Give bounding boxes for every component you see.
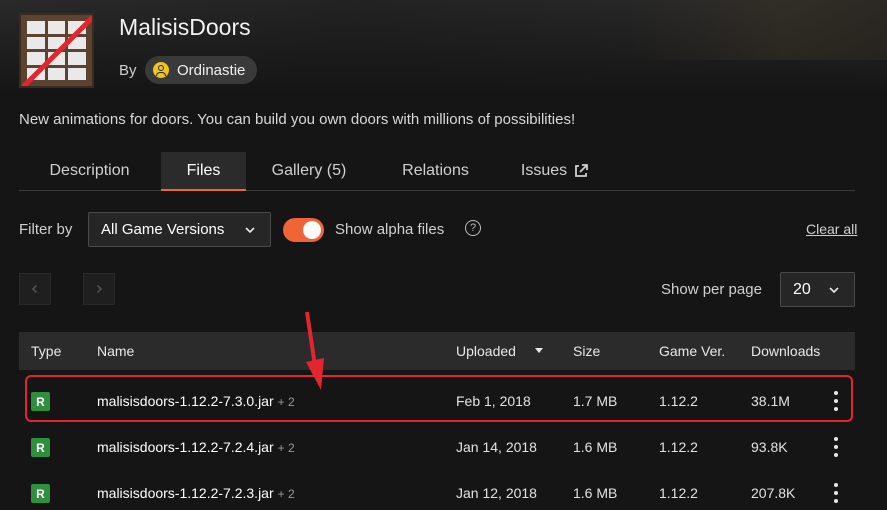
uploaded-date: Jan 12, 2018 bbox=[456, 485, 537, 501]
header-downloads[interactable]: Downloads bbox=[751, 343, 820, 359]
additional-files-count: + 2 bbox=[277, 441, 295, 455]
user-icon bbox=[153, 62, 169, 78]
uploaded-date: Jan 14, 2018 bbox=[456, 439, 537, 455]
chevron-down-icon bbox=[245, 227, 255, 234]
chevron-down-icon bbox=[829, 287, 839, 294]
release-type-badge: R bbox=[31, 484, 50, 503]
file-name-link[interactable]: malisisdoors-1.12.2-7.2.3.jar + 2 bbox=[97, 485, 295, 501]
chevron-right-icon bbox=[96, 284, 103, 294]
game-version: 1.12.2 bbox=[659, 439, 698, 455]
tab-files[interactable]: Files bbox=[161, 152, 246, 191]
tab-gallery[interactable]: Gallery (5) bbox=[257, 152, 361, 190]
project-description: New animations for doors. You can build … bbox=[19, 111, 576, 128]
file-row[interactable]: R malisisdoors-1.12.2-7.2.4.jar + 2 Jan 1… bbox=[19, 424, 855, 470]
header-size[interactable]: Size bbox=[573, 343, 600, 359]
crossed-out-icon bbox=[21, 15, 92, 86]
per-page-select[interactable]: 20 bbox=[780, 272, 855, 307]
by-label: By bbox=[119, 62, 137, 79]
next-page-button[interactable] bbox=[83, 273, 115, 305]
release-type-badge: R bbox=[31, 438, 50, 457]
more-options-icon[interactable] bbox=[834, 437, 838, 457]
sort-descending-icon[interactable] bbox=[535, 348, 543, 353]
show-alpha-label: Show alpha files bbox=[335, 221, 445, 238]
tab-relations[interactable]: Relations bbox=[383, 152, 488, 190]
clear-all-link[interactable]: Clear all bbox=[806, 221, 857, 237]
additional-files-count: + 2 bbox=[277, 487, 295, 501]
author-name: Ordinastie bbox=[177, 61, 246, 79]
project-logo bbox=[19, 13, 94, 88]
game-version: 1.12.2 bbox=[659, 485, 698, 501]
author-link[interactable]: Ordinastie bbox=[145, 56, 258, 84]
files-table-header: Type Name Uploaded Size Game Ver. Downlo… bbox=[19, 332, 855, 370]
file-name-link[interactable]: malisisdoors-1.12.2-7.2.4.jar + 2 bbox=[97, 439, 295, 455]
header-game-version[interactable]: Game Ver. bbox=[659, 343, 725, 359]
project-tabs: Description Files Gallery (5) Relations … bbox=[19, 152, 855, 191]
previous-page-button[interactable] bbox=[19, 273, 51, 305]
download-count: 93.8K bbox=[751, 439, 788, 455]
toggle-knob bbox=[303, 221, 321, 239]
show-alpha-toggle[interactable] bbox=[283, 218, 324, 242]
game-version-select[interactable]: All Game Versions bbox=[88, 212, 271, 247]
tab-issues[interactable]: Issues bbox=[511, 152, 599, 190]
download-count: 207.8K bbox=[751, 485, 796, 501]
file-size: 1.6 MB bbox=[573, 485, 618, 501]
file-row[interactable]: R malisisdoors-1.12.2-7.2.3.jar + 2 Jan 1… bbox=[19, 470, 855, 510]
project-title: MalisisDoors bbox=[119, 14, 251, 40]
filter-by-label: Filter by bbox=[19, 221, 73, 238]
tab-description[interactable]: Description bbox=[19, 152, 160, 190]
highlight-box bbox=[25, 375, 853, 422]
external-link-icon bbox=[575, 164, 589, 177]
header-type[interactable]: Type bbox=[31, 343, 61, 359]
more-options-icon[interactable] bbox=[834, 483, 838, 503]
header-uploaded[interactable]: Uploaded bbox=[456, 343, 516, 359]
header-name[interactable]: Name bbox=[97, 343, 134, 359]
chevron-left-icon bbox=[31, 284, 38, 294]
annotation-arrow bbox=[305, 311, 324, 390]
help-icon[interactable]: ? bbox=[465, 220, 481, 236]
per-page-label: Show per page bbox=[661, 281, 762, 298]
file-size: 1.6 MB bbox=[573, 439, 618, 455]
